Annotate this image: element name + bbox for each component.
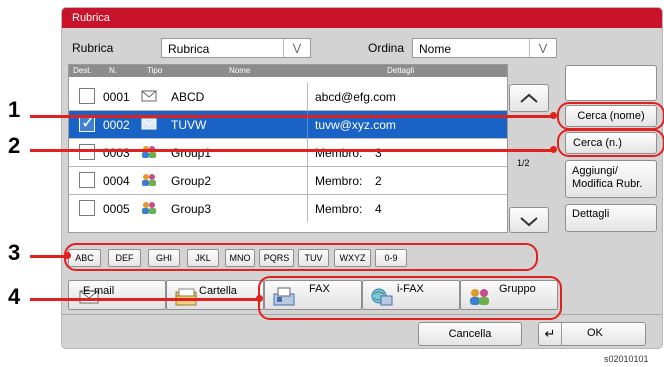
chevron-down-icon (520, 217, 538, 227)
row-checkbox[interactable] (79, 200, 95, 216)
row-member-count: 2 (375, 174, 382, 188)
add-edit-address-book-button[interactable]: Aggiungi/ Modifica Rubr. (565, 160, 657, 198)
add-edit-label-line2: Modifica Rubr. (572, 178, 643, 190)
tab-folder-label: Cartella (199, 285, 237, 297)
callout-number: 3 (8, 240, 21, 265)
chevron-down-icon: ⋁ (283, 39, 310, 57)
row-number: 0002 (103, 118, 130, 132)
ok-label: OK (587, 327, 603, 339)
tab-email-label: E-mail (83, 285, 115, 297)
rubrica-label: Rubrica (72, 41, 114, 55)
ordina-label: Ordina (368, 41, 405, 55)
callout-dot (550, 146, 557, 153)
ordina-dropdown[interactable]: Nome ⋁ (412, 38, 557, 58)
list-row[interactable]: 0005 Group3 Membro: 4 (69, 195, 507, 222)
tab-email[interactable]: E-mail (68, 280, 166, 310)
row-detail: Membro: (315, 202, 363, 216)
details-button[interactable]: Dettagli (565, 204, 657, 232)
title-bar: Rubrica (62, 8, 662, 28)
divider (307, 139, 308, 166)
rubrica-dropdown-value: Rubrica (168, 42, 210, 56)
callout-line (30, 255, 66, 258)
row-checkbox[interactable] (79, 144, 95, 160)
group-icon (142, 202, 156, 214)
list-row[interactable]: 0001 ABCD abcd@efg.com (69, 83, 507, 111)
row-name: Group2 (171, 174, 212, 188)
blank-panel (565, 65, 657, 101)
tab-folder[interactable]: Cartella (166, 280, 264, 310)
row-name: TUVW (171, 118, 207, 132)
dialog-title: Rubrica (72, 12, 110, 24)
group-icon (142, 146, 156, 158)
email-icon (141, 90, 157, 102)
callout-number: 4 (8, 284, 21, 309)
group-icon (142, 174, 156, 186)
col-n: N. (109, 66, 117, 75)
callout-highlight (557, 102, 664, 130)
column-header: Dest. N. Tipo Nome Dettagli (69, 65, 507, 77)
row-checkbox[interactable] (79, 88, 95, 104)
divider (307, 83, 308, 110)
add-edit-label-line1: Aggiungi/ (572, 165, 618, 177)
folder-icon (175, 288, 197, 306)
divider (307, 167, 308, 194)
row-checkbox[interactable]: ✓ (79, 113, 95, 132)
chevron-down-icon: ⋁ (529, 39, 556, 57)
callout-highlight (64, 243, 538, 271)
ordina-dropdown-value: Nome (419, 42, 452, 56)
row-detail: abcd@efg.com (315, 90, 396, 104)
divider (307, 195, 308, 222)
chevron-up-icon (520, 93, 538, 103)
list-row[interactable]: 0004 Group2 Membro: 2 (69, 167, 507, 195)
col-tipo: Tipo (147, 66, 163, 75)
page-indicator: 1/2 (517, 158, 530, 168)
scroll-up-button[interactable] (509, 84, 549, 112)
image-code: s02010101 (604, 354, 649, 364)
row-member-count: 4 (375, 202, 382, 216)
row-detail: Membro: (315, 174, 363, 188)
row-number: 0005 (103, 202, 130, 216)
col-dest: Dest. (73, 66, 92, 75)
row-number: 0004 (103, 174, 130, 188)
callout-number: 2 (8, 133, 21, 158)
ok-button[interactable]: ↵ OK (538, 322, 646, 346)
callout-line (30, 149, 552, 152)
enter-icon: ↵ (539, 323, 562, 345)
list-row[interactable]: 0003 Group1 Membro: 3 (69, 139, 507, 167)
col-dettagli: Dettagli (387, 66, 415, 75)
email-icon (141, 118, 157, 130)
callout-dot (550, 112, 557, 119)
callout-line (30, 298, 258, 301)
callout-highlight (557, 129, 664, 157)
callout-number: 1 (8, 97, 21, 122)
row-detail: tuvw@xyz.com (315, 118, 396, 132)
row-name: ABCD (171, 90, 205, 104)
row-checkbox[interactable] (79, 172, 95, 188)
cancel-button[interactable]: Cancella (418, 322, 522, 346)
callout-line (30, 115, 552, 118)
scroll-down-button[interactable] (509, 207, 549, 233)
rubrica-dropdown[interactable]: Rubrica ⋁ (161, 38, 311, 58)
row-name: Group3 (171, 202, 212, 216)
callout-highlight (258, 276, 562, 320)
row-number: 0001 (103, 90, 130, 104)
col-nome: Nome (229, 66, 251, 75)
